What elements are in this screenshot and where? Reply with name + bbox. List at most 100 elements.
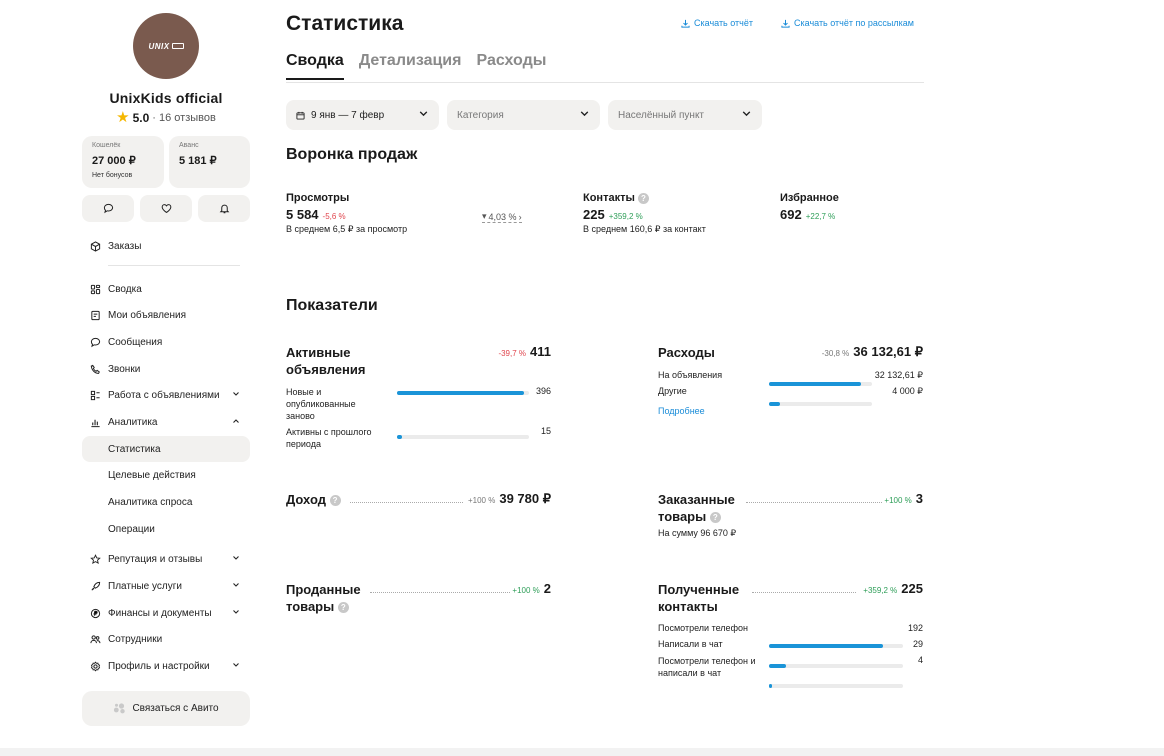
sidebar-item-calls[interactable]: Звонки (82, 356, 250, 382)
heart-icon (161, 204, 171, 214)
sidebar-item-statistics[interactable]: Статистика (82, 436, 250, 462)
contacts-label: Контакты (583, 192, 635, 204)
sidebar-item-demand-analytics[interactable]: Аналитика спроса (82, 489, 250, 515)
grid-icon (82, 284, 108, 295)
active-ads-row-2-label: Активны с прошлого периода (286, 427, 372, 449)
sidebar-item-profile-settings[interactable]: Профиль и настройки (82, 653, 250, 679)
expenses-title: Расходы (658, 345, 715, 360)
ordered-goods-total-row: +100 % 3 (884, 491, 923, 506)
contacts-metric[interactable]: Контакты ? 225 +359,2 % В среднем 160,6 … (583, 192, 706, 235)
sidebar-item-label: Финансы и документы (108, 607, 212, 619)
received-row-1-label: Посмотрели телефон (658, 623, 748, 633)
sidebar-item-employees[interactable]: Сотрудники (82, 626, 250, 652)
sidebar-item-label: Сообщения (108, 336, 163, 348)
active-ads-row-2-value: 15 (540, 426, 551, 436)
advance-card[interactable]: Аванс 5 181 ₽ (169, 136, 250, 188)
ordered-goods-title-text: Заказанные товары (658, 492, 735, 524)
received-row-2-bar (769, 664, 903, 668)
expenses-row-2-value: 4 000 ₽ (892, 386, 923, 396)
views-value-row: 5 584 -5,6 % (286, 207, 407, 222)
bar-fill (769, 644, 883, 648)
expenses-row-1-value: 32 132,61 ₽ (874, 370, 923, 380)
sidebar-item-paid-services[interactable]: Платные услуги (82, 573, 250, 599)
wallet-amount: 27 000 ₽ (92, 155, 136, 167)
seller-avatar[interactable]: UNIX (133, 13, 199, 79)
wallet-bonus: Нет бонусов (92, 172, 133, 179)
sidebar-item-summary[interactable]: Сводка (82, 276, 250, 302)
notifications-button[interactable] (198, 195, 250, 222)
expenses-total: 36 132,61 ₽ (853, 344, 923, 359)
favorites-button[interactable] (140, 195, 192, 222)
sidebar-item-label: Работа с объявлениями (108, 389, 220, 401)
help-icon[interactable]: ? (637, 192, 649, 204)
page-title: Статистика (286, 12, 404, 35)
wallet-label: Кошелёк (92, 142, 121, 149)
seller-rating[interactable]: ★ 5.0 · 16 отзывов (82, 110, 250, 125)
chevron-up-icon (232, 417, 240, 427)
sold-goods-title: Проданные товары ? (286, 581, 376, 615)
category-filter[interactable]: Категория (447, 100, 600, 130)
views-label: Просмотры (286, 192, 350, 204)
sidebar-item-reputation[interactable]: Репутация и отзывы (82, 546, 250, 572)
sidebar-item-ads-work[interactable]: Работа с объявлениями (82, 382, 250, 408)
sidebar-item-label: Сводка (108, 283, 142, 295)
sidebar-item-analytics[interactable]: Аналитика (82, 409, 250, 435)
sidebar-item-orders[interactable]: Заказы (82, 233, 250, 259)
sidebar-item-operations[interactable]: Операции (82, 516, 250, 542)
sidebar-item-label: Репутация и отзывы (108, 553, 203, 565)
sidebar-item-target-actions[interactable]: Целевые действия (82, 462, 250, 488)
active-ads-row-1-label: Новые и опубликованные заново (286, 387, 356, 421)
active-ads-row-1-bar (397, 391, 529, 395)
sold-goods-total-row: +100 % 2 (512, 581, 551, 596)
bell-icon (219, 204, 229, 214)
seller-name[interactable]: UnixKids official (82, 90, 250, 106)
contact-avito-button[interactable]: Связаться с Авито (82, 691, 250, 726)
advance-amount: 5 181 ₽ (179, 155, 217, 167)
active-ads-total-row: -39,7 % 411 (498, 344, 551, 359)
bar-fill (769, 664, 787, 668)
download-report-link[interactable]: Скачать отчёт (681, 18, 753, 28)
tab-summary[interactable]: Сводка (286, 52, 344, 80)
sidebar-item-label: Сотрудники (108, 633, 163, 645)
download-mailing-report-link[interactable]: Скачать отчёт по рассылкам (781, 18, 914, 28)
star-outline-icon (82, 553, 108, 565)
tabs: Сводка Детализация Расходы (286, 52, 546, 80)
sidebar-item-my-ads[interactable]: Мои объявления (82, 302, 250, 328)
dotted-leader (370, 592, 510, 593)
expenses-row-2-bar (769, 402, 872, 406)
received-contacts-delta: +359,2 % (863, 586, 898, 595)
ordered-goods-delta: +100 % (884, 496, 912, 505)
sidebar-item-label: Заказы (108, 240, 142, 252)
sidebar-item-label: Профиль и настройки (108, 660, 210, 672)
chevron-down-icon (741, 108, 752, 122)
reviews-count: · 16 отзывов (152, 111, 216, 124)
active-ads-total: 411 (530, 344, 551, 359)
active-ads-row-2-bar (397, 435, 529, 439)
views-metric[interactable]: Просмотры 5 584 -5,6 % В среднем 6,5 ₽ з… (286, 192, 407, 235)
help-icon[interactable]: ? (337, 602, 349, 614)
received-row-3-label: Посмотрели телефон и написали в чат (658, 656, 756, 678)
seller-logo-text: UNIX (148, 41, 170, 51)
tab-expenses[interactable]: Расходы (476, 52, 546, 80)
box-icon (82, 240, 108, 252)
sold-goods-total: 2 (543, 581, 551, 596)
conversion-badge[interactable]: ▾ 4,03 % › (482, 211, 522, 223)
sidebar-item-finance[interactable]: Финансы и документы (82, 600, 250, 626)
help-icon[interactable]: ? (709, 512, 721, 524)
received-row-1-bar (769, 644, 903, 648)
chevron-down-icon (418, 108, 429, 122)
help-icon[interactable]: ? (329, 495, 341, 507)
favorites-metric[interactable]: Избранное 692 +22,7 % (780, 192, 839, 222)
expenses-more-link[interactable]: Подробнее (658, 406, 705, 416)
income-total: 39 780 ₽ (499, 491, 551, 506)
messages-button[interactable] (82, 195, 134, 222)
date-range-filter[interactable]: 9 янв — 7 февр (286, 100, 439, 130)
wallet-card[interactable]: Кошелёк 27 000 ₽ Нет бонусов (82, 136, 164, 188)
sidebar-item-messages[interactable]: Сообщения (82, 329, 250, 355)
tabs-divider (286, 82, 924, 83)
city-filter[interactable]: Населённый пункт (608, 100, 762, 130)
tab-details[interactable]: Детализация (359, 52, 462, 80)
chevron-down-icon (232, 661, 240, 671)
category-placeholder: Категория (457, 109, 504, 121)
ads-icon (82, 310, 108, 321)
